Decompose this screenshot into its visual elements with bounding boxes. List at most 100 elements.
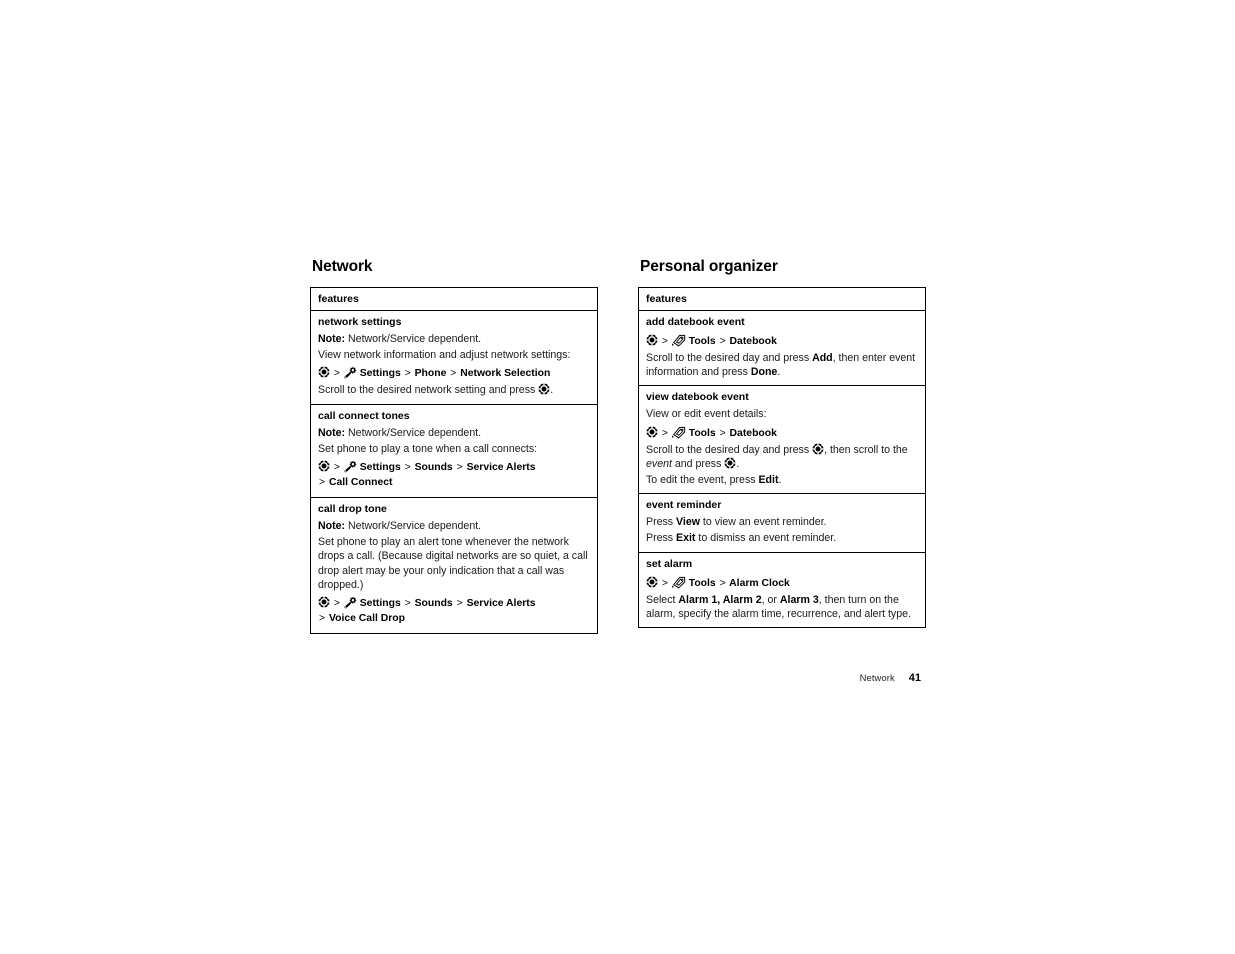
path-separator-icon: >	[404, 368, 411, 380]
menu-path-item: Datebook	[729, 336, 777, 347]
menu-path-item: Tools	[688, 427, 716, 439]
path-separator-icon: >	[719, 577, 726, 589]
path-separator-icon: >	[404, 598, 411, 610]
section-title-personal-organizer: Personal organizer	[640, 258, 778, 275]
menu-path-item: Call Connect	[328, 477, 393, 489]
menu-path-item: Service Alerts	[466, 462, 536, 474]
emphasis-text: Alarm 3	[779, 593, 819, 606]
table-row: event reminder Press View to view an even…	[638, 493, 926, 553]
body-paragraph: View or edit event details:	[646, 408, 767, 421]
menu-path-continuation: > Voice Call Drop	[318, 611, 590, 626]
table-row: set alarm > Tools > Alarm Clock Select Al…	[638, 551, 926, 628]
table-header-cell: features	[638, 287, 926, 311]
menu-path-item: Voice Call Drop	[328, 613, 405, 625]
body-paragraph: Press Exit to dismiss an event reminder.	[646, 532, 837, 545]
footer-chapter-label: Network	[859, 672, 895, 683]
settings-menu-icon	[344, 460, 357, 473]
menu-path: > Tools > Datebook	[646, 334, 918, 349]
features-table-organizer-body: features add datebook event > Tools > Da…	[638, 287, 926, 628]
center-select-key-icon	[646, 425, 658, 438]
feature-name: call drop tone	[318, 503, 387, 516]
body-paragraph: Scroll to the desired day and press , th…	[646, 442, 908, 470]
path-separator-icon: >	[456, 462, 463, 474]
feature-name: call connect tones	[318, 409, 410, 422]
center-select-key-icon	[318, 366, 330, 379]
features-table-organizer: features add datebook event > Tools > Da…	[638, 287, 926, 629]
table-header-label: features	[318, 293, 359, 305]
center-select-key-icon	[538, 383, 551, 396]
table-cell: call connect tones Note: Network/Service …	[310, 403, 598, 498]
note-paragraph: Note: Network/Service dependent.	[318, 426, 482, 439]
menu-path-item: Network Selection	[460, 368, 551, 380]
table-cell: set alarm > Tools > Alarm Clock Select Al…	[638, 551, 926, 628]
note-label: Note:	[318, 520, 346, 533]
table-cell: network settings Note: Network/Service de…	[310, 310, 598, 405]
path-separator-icon: >	[450, 368, 457, 380]
menu-path-item: Sounds	[414, 462, 453, 474]
menu-path-item: Datebook	[729, 427, 777, 439]
feature-name: set alarm	[646, 557, 693, 570]
body-paragraph: Set phone to play an alert tone whenever…	[318, 536, 588, 591]
emphasis-text: Edit	[758, 474, 779, 487]
path-separator-icon: >	[719, 336, 726, 347]
settings-menu-icon	[344, 366, 357, 379]
path-separator-icon: >	[404, 462, 411, 474]
path-separator-icon: >	[661, 336, 668, 347]
path-separator-icon: >	[661, 427, 668, 439]
center-select-key-icon	[318, 460, 330, 473]
table-cell: add datebook event > Tools > Datebook Scr…	[638, 309, 926, 386]
features-table-network-body: features network settings Note: Network/S…	[310, 287, 598, 634]
feature-name: add datebook event	[646, 316, 745, 328]
column-personal-organizer: Personal organizer features add datebook…	[638, 258, 926, 629]
table-header-row: features	[310, 287, 598, 311]
body-paragraph: Select Alarm 1, Alarm 2, or Alarm 3, the…	[646, 593, 911, 620]
table-row: network settings Note: Network/Service de…	[310, 310, 598, 405]
emphasis-text: Add	[812, 352, 833, 364]
menu-path-item: Tools	[688, 577, 716, 589]
column-network: Network features network settings Note: N…	[310, 258, 598, 635]
table-row: call drop tone Note: Network/Service depe…	[310, 497, 598, 634]
menu-path: > Settings > Sounds > Service Alerts > Vo…	[318, 596, 590, 626]
path-separator-icon: >	[719, 427, 726, 439]
center-select-key-icon	[724, 456, 737, 469]
path-separator-icon: >	[456, 598, 463, 610]
feature-name: event reminder	[646, 499, 722, 512]
menu-path-item: Tools	[688, 336, 716, 347]
menu-path-item: Settings	[359, 462, 401, 474]
menu-path-item: Phone	[414, 368, 447, 380]
center-select-key-icon	[646, 575, 658, 588]
menu-path-item: Settings	[359, 598, 401, 610]
footer-page-number: 41	[908, 672, 921, 684]
center-select-key-icon	[646, 334, 658, 346]
table-cell: view datebook event View or edit event de…	[638, 385, 926, 494]
menu-path-item: Alarm Clock	[729, 577, 790, 589]
path-separator-icon: >	[319, 613, 326, 625]
menu-path: > Settings > Sounds > Service Alerts > Ca…	[318, 460, 590, 490]
manual-page: Network features network settings Note: N…	[0, 0, 1235, 954]
menu-path: > Tools > Alarm Clock	[646, 575, 918, 591]
menu-path-item: Settings	[359, 368, 401, 380]
tools-menu-icon	[671, 334, 686, 347]
page-footer: Network 41	[638, 671, 921, 685]
body-paragraph: Set phone to play a tone when a call con…	[318, 442, 538, 455]
note-label: Note:	[318, 426, 346, 439]
table-header-cell: features	[310, 287, 598, 311]
tools-menu-icon	[671, 426, 686, 439]
body-paragraph: Scroll to the desired network setting an…	[318, 383, 554, 397]
table-cell: event reminder Press View to view an even…	[638, 493, 926, 553]
path-separator-icon: >	[333, 368, 340, 380]
table-cell: call drop tone Note: Network/Service depe…	[310, 497, 598, 634]
emphasis-text: Alarm 1, Alarm 2	[678, 593, 762, 606]
center-select-key-icon	[318, 596, 330, 609]
body-paragraph: To edit the event, press Edit.	[646, 474, 782, 487]
emphasis-text: Exit	[676, 532, 696, 545]
section-title-network: Network	[312, 258, 373, 275]
table-row: call connect tones Note: Network/Service …	[310, 403, 598, 498]
menu-path: > Settings > Phone > Network Selection	[318, 366, 590, 381]
path-separator-icon: >	[333, 462, 340, 474]
center-select-key-icon	[812, 442, 825, 455]
emphasis-text: View	[676, 516, 700, 529]
settings-menu-icon	[344, 596, 357, 609]
feature-name: network settings	[318, 316, 402, 328]
menu-path-continuation: > Call Connect	[318, 475, 590, 490]
